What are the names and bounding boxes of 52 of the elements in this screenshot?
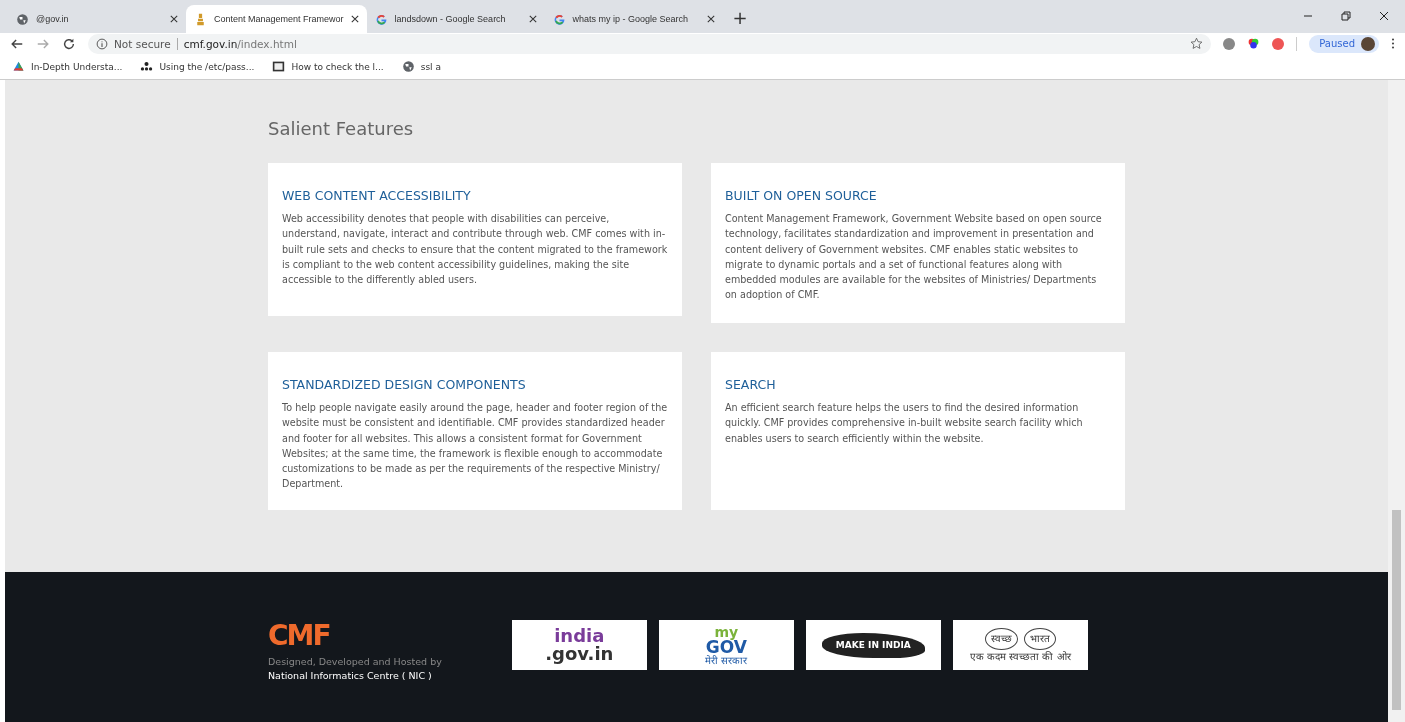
new-tab-button[interactable]: +: [722, 5, 758, 33]
section-heading: Salient Features: [268, 118, 415, 139]
card-text: An efficient search feature helps the users to find the desired information quickly. CMF provides comprehensive in-built website search facility which enables users to search efficiently within the website.: [725, 401, 1084, 446]
scrollbar[interactable]: [1388, 80, 1405, 722]
close-icon[interactable]: [350, 15, 359, 23]
restore-icon[interactable]: [1341, 11, 1351, 21]
card-title: BUILT ON OPEN SOURCE: [725, 188, 878, 203]
extension-icon[interactable]: [1223, 37, 1236, 50]
bookmark[interactable]: ssl a: [401, 60, 441, 73]
globe-icon: [401, 60, 415, 73]
browser-tab[interactable]: @gov.in: [8, 5, 186, 33]
address-bar[interactable]: Not secure cmf.gov.in/index.html: [88, 33, 1212, 54]
card-text: To help people navigate easily around the page, header and footer region of the website must be consistent and identifiable. CMF provides standardized header and footer for all websites. This allows a consistent format for Government Websites; at the same time, the framework is flexible enough to accommodate customizations to be made as per the requirements of the respective Ministry/ Department.: [282, 401, 668, 492]
close-icon[interactable]: [528, 15, 537, 23]
partner-logo[interactable]: india .gov.in: [511, 620, 647, 670]
g-logo-icon: [552, 12, 566, 26]
browser-tab[interactable]: whats my ip - Google Search: [544, 5, 723, 33]
credit-text: Designed, Developed and Hosted by: [268, 656, 442, 667]
bookmark[interactable]: How to check the l...: [272, 60, 384, 73]
g-logo-icon: [374, 12, 388, 26]
reload-icon[interactable]: [62, 36, 76, 51]
menu-icon[interactable]: [1391, 37, 1395, 50]
close-icon[interactable]: [170, 15, 178, 23]
network-icon: [140, 60, 154, 73]
globe-icon: [16, 12, 29, 26]
profile-button[interactable]: Paused: [1309, 34, 1379, 53]
emblem-icon: [194, 12, 207, 26]
bookmark[interactable]: Using the /etc/pass...: [140, 60, 255, 73]
square-icon: [272, 60, 286, 73]
avatar-icon: [1361, 36, 1375, 51]
close-icon[interactable]: [1379, 11, 1389, 21]
url-text: cmf.gov.in/index.html: [183, 37, 297, 50]
browser-tab[interactable]: Content Management Framewor: [186, 5, 367, 33]
close-icon[interactable]: [706, 15, 715, 23]
extension-icon[interactable]: [1272, 37, 1285, 50]
organization-name: National Informatics Centre ( NIC ): [268, 670, 432, 681]
triangle-icon: [12, 60, 25, 73]
info-icon[interactable]: [96, 37, 108, 50]
card-title: WEB CONTENT ACCESSIBILITY: [282, 188, 472, 203]
browser-tab[interactable]: landsdown - Google Search: [366, 5, 545, 33]
partner-logo[interactable]: स्वच्छ भारत एक कदम स्वच्छता की ओर: [952, 620, 1088, 670]
security-label: Not secure: [114, 37, 171, 50]
partner-logo[interactable]: my GOV मेरी सरकार: [658, 620, 794, 670]
card-text: Content Management Framework, Government Website based on open source technology, facilitates standardization and improvement in presentation and content delivery of Government websites. CMF enables static websites to migrate to dynamic portals and a set of functional features along with embedded modules are available for the websites of Ministries/ Departments on adoption of CMF.: [725, 212, 1103, 303]
partner-logo[interactable]: MAKE IN INDIA: [805, 620, 941, 670]
cmf-logo: CMF: [268, 620, 330, 652]
card-title: STANDARDIZED DESIGN COMPONENTS: [282, 377, 527, 392]
bookmark[interactable]: In-Depth Understa...: [12, 60, 123, 73]
star-icon[interactable]: [1190, 37, 1204, 50]
extension-icon[interactable]: [1247, 37, 1261, 50]
card-title: SEARCH: [725, 377, 777, 392]
card-text: Web accessibility denotes that people with disabilities can perceive, understand, navigate, interact and contribute through web. CMF comes with in-built rule sets and checks to ensure that the content migrated to the framework is compliant to the web content accessibility guidelines, making the site accessible to the differently abled users.: [282, 212, 668, 288]
